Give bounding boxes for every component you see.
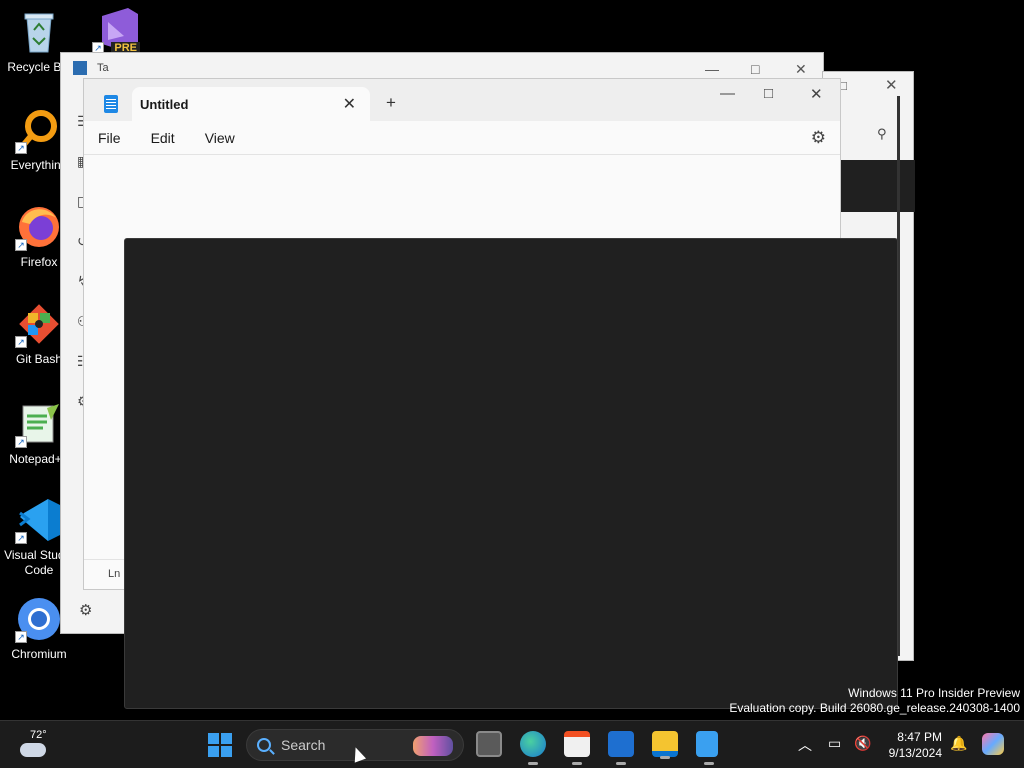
recycle-bin-icon [15,8,63,56]
shortcut-arrow-icon: ↗ [15,532,27,544]
desktop-icon-visual-studio-preview[interactable]: PRE ↗ [78,6,154,58]
windows-logo-pane [221,733,232,744]
edge-icon[interactable] [520,731,546,765]
close-button[interactable]: ✕ [885,76,898,94]
search-icon[interactable]: ⚲ [877,126,887,142]
close-tab-icon[interactable]: ✕ [343,94,356,114]
microsoft-store-icon[interactable] [564,731,590,765]
notification-bell-icon[interactable]: 🔔 [950,735,967,752]
app-icon [73,61,87,75]
task-view-icon[interactable] [476,731,502,757]
weather-widget[interactable]: 72° [18,729,52,761]
settings-gear-icon[interactable]: ⚙ [811,128,826,148]
search-input[interactable] [281,737,391,753]
clock[interactable]: 8:47 PM 9/13/2024 [878,729,942,761]
shortcut-arrow-icon: ↗ [15,239,27,251]
tab-untitled[interactable]: Untitled ✕ [132,87,370,121]
chromium-icon: ↗ [15,595,63,643]
firefox-icon: ↗ [15,203,63,251]
watermark-line1: Windows 11 Pro Insider Preview [848,686,1020,700]
volume-mute-icon[interactable]: 🔇 [854,735,871,752]
maximize-button[interactable]: □ [751,61,759,77]
hamburger-icon[interactable]: ☰ [61,113,90,153]
watermark-line2: Evaluation copy. Build 26080.ge_release.… [729,701,1020,715]
notepad-titlebar[interactable]: Untitled ✕ + — □ ✕ [84,79,840,121]
taskbar: 72° ︿ ▭ 🔇 8:47 PM 9/13/2024 🔔 [0,720,1024,768]
git-bash-icon: ↗ [15,300,63,348]
windows-logo-pane [208,733,219,744]
settings-gear-icon[interactable]: ⚙ [79,601,92,619]
windows-logo-pane [208,746,219,757]
notepadpp-icon: ↗ [15,400,63,448]
minimize-button[interactable]: — [720,85,735,102]
copilot-icon[interactable] [982,733,1004,755]
maximize-button[interactable]: □ [764,85,773,102]
everything-icon: ↗ [15,106,63,154]
services-icon[interactable]: ⚙ [61,393,90,433]
background-window-sidebar: ☰ ▦ ◫ ↺ ↯ ⚇ ☷ ⚙ [61,113,90,433]
weather-temp: 72° [30,729,47,741]
clock-date: 9/13/2024 [888,746,942,760]
display-icon[interactable]: ▭ [828,735,841,752]
windows-evaluation-watermark: Windows 11 Pro Insider Preview Evaluatio… [729,686,1020,716]
minimize-button[interactable]: — [705,61,719,77]
vscode-icon: ↗ [15,496,63,544]
search-icon [257,738,271,752]
dark-overlay-panel[interactable] [124,238,898,709]
shortcut-arrow-icon: ↗ [15,336,27,348]
notepad-menubar: File Edit View ⚙ [84,121,840,155]
new-tab-button[interactable]: + [386,93,396,113]
start-button[interactable] [208,733,232,757]
cloud-icon [20,743,46,757]
shortcut-arrow-icon: ↗ [15,631,27,643]
processes-icon[interactable]: ▦ [61,153,90,193]
dark-toolbar-strip [839,160,915,212]
visual-studio-icon: PRE ↗ [92,6,140,54]
clock-time: 8:47 PM [897,730,942,744]
startup-icon[interactable]: ↯ [61,273,89,313]
close-button[interactable]: ✕ [810,85,823,103]
show-hidden-icons-chevron-icon[interactable]: ︿ [798,735,812,755]
shortcut-arrow-icon: ↗ [15,142,27,154]
menu-file[interactable]: File [98,130,121,146]
menu-edit[interactable]: Edit [151,130,175,146]
history-icon[interactable]: ↺ [61,233,89,273]
windows-logo-pane [221,746,232,757]
close-button[interactable]: ✕ [795,61,807,78]
shortcut-arrow-icon: ↗ [15,436,27,448]
tab-title: Untitled [140,96,189,112]
notepad-app-icon [104,95,118,113]
users-icon[interactable]: ⚇ [61,313,90,353]
performance-icon[interactable]: ◫ [61,193,90,233]
desktop-icon-label: Chromium [11,647,67,661]
details-icon[interactable]: ☷ [61,353,90,393]
search-highlight-image [413,736,453,756]
task-manager-icon[interactable] [608,731,634,765]
file-explorer-icon[interactable] [652,731,678,759]
notepad-taskbar-icon[interactable] [696,731,718,765]
menu-view[interactable]: View [205,130,235,146]
background-window-title: Ta [97,62,109,74]
